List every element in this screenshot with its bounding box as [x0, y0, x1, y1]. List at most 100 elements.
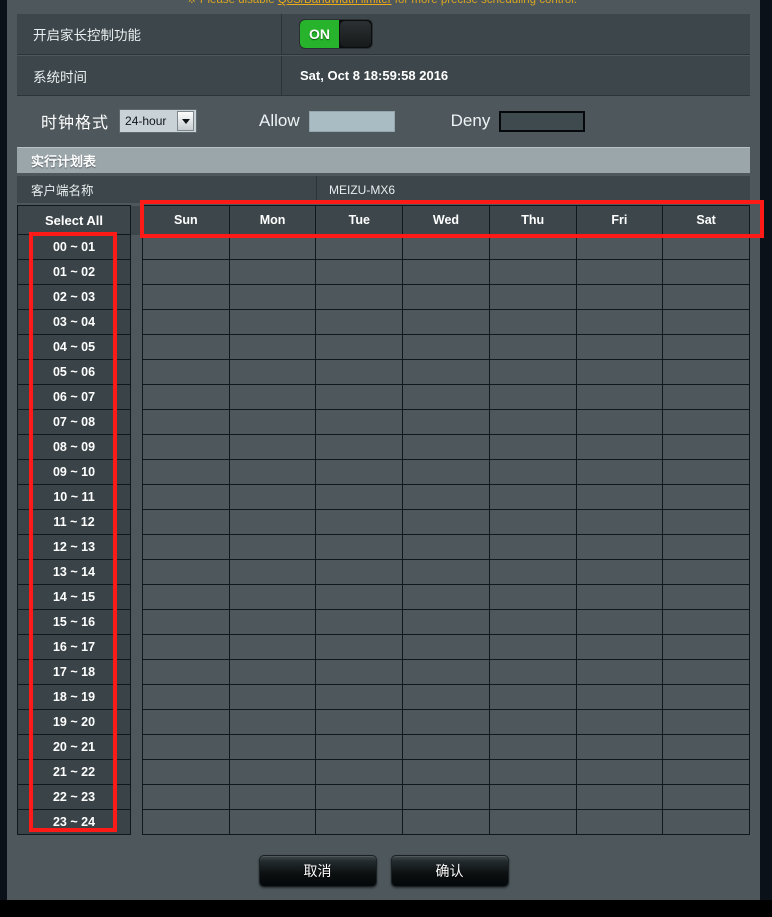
- schedule-cell[interactable]: [662, 509, 750, 535]
- schedule-cell[interactable]: [662, 559, 750, 585]
- day-header-sat[interactable]: Sat: [662, 205, 750, 235]
- hour-label-0[interactable]: 00 ~ 01: [17, 234, 131, 260]
- schedule-cell[interactable]: [402, 734, 490, 760]
- schedule-cell[interactable]: [402, 484, 490, 510]
- schedule-cell[interactable]: [575, 234, 664, 260]
- hour-label-12[interactable]: 12 ~ 13: [17, 534, 131, 560]
- hour-label-9[interactable]: 09 ~ 10: [17, 459, 131, 485]
- hour-label-16[interactable]: 16 ~ 17: [17, 634, 131, 660]
- schedule-cell[interactable]: [662, 634, 750, 660]
- schedule-cell[interactable]: [402, 359, 490, 385]
- schedule-cell[interactable]: [662, 334, 750, 360]
- schedule-cell[interactable]: [488, 284, 577, 310]
- schedule-cell[interactable]: [142, 234, 230, 260]
- schedule-cell[interactable]: [402, 334, 490, 360]
- schedule-cell[interactable]: [488, 709, 577, 735]
- schedule-cell[interactable]: [228, 259, 317, 285]
- schedule-cell[interactable]: [402, 809, 490, 835]
- schedule-cell[interactable]: [488, 559, 577, 585]
- schedule-cell[interactable]: [488, 409, 577, 435]
- schedule-cell[interactable]: [575, 359, 664, 385]
- schedule-cell[interactable]: [142, 784, 230, 810]
- schedule-cell[interactable]: [228, 459, 317, 485]
- schedule-cell[interactable]: [488, 359, 577, 385]
- schedule-cell[interactable]: [315, 334, 404, 360]
- schedule-cell[interactable]: [402, 259, 490, 285]
- schedule-cell[interactable]: [402, 559, 490, 585]
- schedule-cell[interactable]: [315, 484, 404, 510]
- schedule-cell[interactable]: [142, 684, 230, 710]
- schedule-cell[interactable]: [575, 809, 664, 835]
- hour-label-6[interactable]: 06 ~ 07: [17, 384, 131, 410]
- schedule-cell[interactable]: [402, 284, 490, 310]
- schedule-cell[interactable]: [315, 734, 404, 760]
- schedule-cell[interactable]: [228, 759, 317, 785]
- schedule-cell[interactable]: [488, 259, 577, 285]
- schedule-cell[interactable]: [228, 484, 317, 510]
- hour-label-8[interactable]: 08 ~ 09: [17, 434, 131, 460]
- schedule-cell[interactable]: [315, 684, 404, 710]
- schedule-cell[interactable]: [662, 709, 750, 735]
- schedule-cell[interactable]: [142, 734, 230, 760]
- schedule-cell[interactable]: [228, 534, 317, 560]
- schedule-cell[interactable]: [315, 509, 404, 535]
- schedule-cell[interactable]: [142, 309, 230, 335]
- schedule-cell[interactable]: [575, 309, 664, 335]
- hour-label-14[interactable]: 14 ~ 15: [17, 584, 131, 610]
- schedule-cell[interactable]: [575, 784, 664, 810]
- schedule-cell[interactable]: [575, 459, 664, 485]
- schedule-cell[interactable]: [142, 559, 230, 585]
- schedule-cell[interactable]: [315, 584, 404, 610]
- chevron-down-icon[interactable]: [177, 111, 195, 131]
- schedule-cell[interactable]: [402, 634, 490, 660]
- hour-label-22[interactable]: 22 ~ 23: [17, 784, 131, 810]
- parental-control-toggle[interactable]: ON: [300, 20, 372, 48]
- schedule-cell[interactable]: [228, 659, 317, 685]
- hour-label-11[interactable]: 11 ~ 12: [17, 509, 131, 535]
- schedule-cell[interactable]: [488, 734, 577, 760]
- schedule-cell[interactable]: [315, 559, 404, 585]
- schedule-cell[interactable]: [228, 384, 317, 410]
- schedule-cell[interactable]: [488, 684, 577, 710]
- schedule-cell[interactable]: [142, 459, 230, 485]
- schedule-cell[interactable]: [662, 584, 750, 610]
- schedule-cell[interactable]: [142, 259, 230, 285]
- schedule-cell[interactable]: [315, 434, 404, 460]
- schedule-cell[interactable]: [488, 484, 577, 510]
- hour-label-20[interactable]: 20 ~ 21: [17, 734, 131, 760]
- schedule-cell[interactable]: [402, 659, 490, 685]
- schedule-cell[interactable]: [402, 534, 490, 560]
- hour-label-1[interactable]: 01 ~ 02: [17, 259, 131, 285]
- schedule-cell[interactable]: [402, 434, 490, 460]
- schedule-cell[interactable]: [228, 284, 317, 310]
- schedule-cell[interactable]: [228, 309, 317, 335]
- schedule-cell[interactable]: [488, 659, 577, 685]
- schedule-cell[interactable]: [315, 659, 404, 685]
- hour-label-21[interactable]: 21 ~ 22: [17, 759, 131, 785]
- schedule-cell[interactable]: [315, 759, 404, 785]
- schedule-cell[interactable]: [662, 784, 750, 810]
- schedule-cell[interactable]: [402, 759, 490, 785]
- schedule-cell[interactable]: [142, 334, 230, 360]
- schedule-cell[interactable]: [662, 659, 750, 685]
- schedule-cell[interactable]: [488, 234, 577, 260]
- schedule-cell[interactable]: [662, 309, 750, 335]
- schedule-cell[interactable]: [228, 584, 317, 610]
- schedule-cell[interactable]: [662, 384, 750, 410]
- hour-label-2[interactable]: 02 ~ 03: [17, 284, 131, 310]
- schedule-cell[interactable]: [662, 609, 750, 635]
- schedule-cell[interactable]: [142, 284, 230, 310]
- schedule-cell[interactable]: [315, 359, 404, 385]
- schedule-cell[interactable]: [315, 609, 404, 635]
- day-header-thu[interactable]: Thu: [488, 205, 577, 235]
- schedule-cell[interactable]: [662, 234, 750, 260]
- schedule-cell[interactable]: [575, 259, 664, 285]
- select-all-button[interactable]: Select All: [17, 205, 131, 235]
- schedule-cell[interactable]: [662, 459, 750, 485]
- schedule-cell[interactable]: [402, 609, 490, 635]
- schedule-cell[interactable]: [575, 409, 664, 435]
- schedule-cell[interactable]: [315, 384, 404, 410]
- schedule-cell[interactable]: [142, 484, 230, 510]
- schedule-cell[interactable]: [488, 384, 577, 410]
- schedule-cell[interactable]: [315, 284, 404, 310]
